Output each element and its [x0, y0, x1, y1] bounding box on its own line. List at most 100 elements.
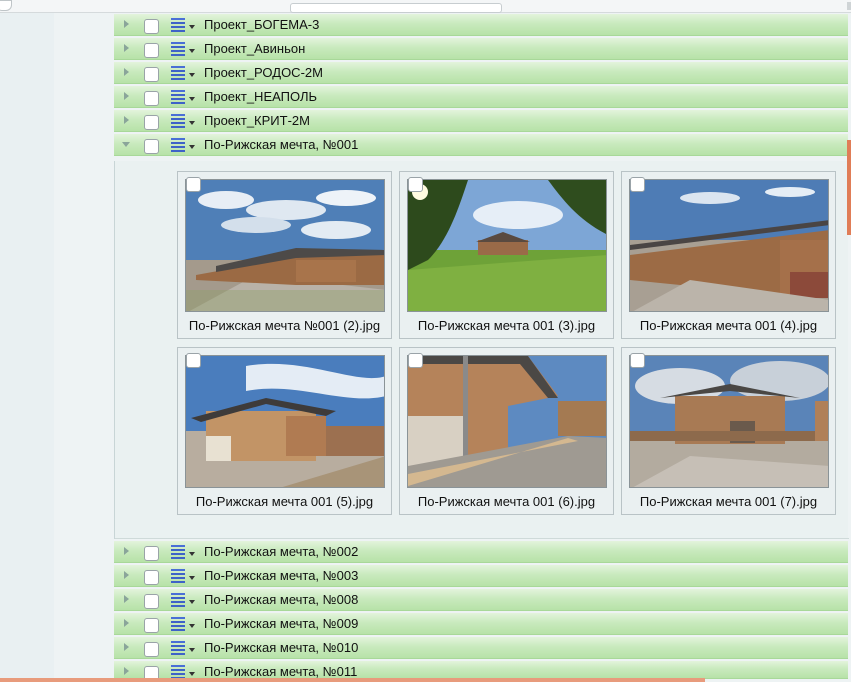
- row-checkbox[interactable]: [144, 91, 159, 106]
- row-label[interactable]: По-Рижская мечта, №001: [204, 137, 358, 152]
- collapse-arrow-icon[interactable]: [122, 142, 130, 147]
- image-checkbox[interactable]: [408, 353, 423, 368]
- list-menu-icon[interactable]: [171, 617, 187, 631]
- expand-arrow-icon[interactable]: [124, 547, 129, 555]
- tree-row[interactable]: Проект_РОДОС-2М: [114, 62, 848, 84]
- caret-down-icon[interactable]: [189, 25, 195, 29]
- expand-arrow-icon[interactable]: [124, 68, 129, 76]
- row-label[interactable]: По-Рижская мечта, №009: [204, 616, 358, 631]
- row-checkbox[interactable]: [144, 19, 159, 34]
- photo-townhouses-icon: [630, 180, 828, 311]
- expand-arrow-icon[interactable]: [124, 667, 129, 675]
- photo-image[interactable]: [185, 179, 385, 312]
- tree-row[interactable]: Проект_КРИТ-2М: [114, 110, 848, 132]
- expand-arrow-icon[interactable]: [124, 619, 129, 627]
- image-caption[interactable]: По-Рижская мечта 001 (6).jpg: [400, 494, 613, 509]
- caret-down-icon[interactable]: [189, 600, 195, 604]
- bottom-progress-bar: [0, 678, 705, 682]
- row-label[interactable]: По-Рижская мечта, №008: [204, 592, 358, 607]
- photo-image[interactable]: [185, 355, 385, 488]
- image-checkbox[interactable]: [186, 353, 201, 368]
- tree-row[interactable]: По-Рижская мечта, №009: [114, 613, 848, 635]
- image-caption[interactable]: По-Рижская мечта 001 (4).jpg: [622, 318, 835, 333]
- row-checkbox[interactable]: [144, 618, 159, 633]
- row-label[interactable]: По-Рижская мечта, №010: [204, 640, 358, 655]
- row-label[interactable]: Проект_НЕАПОЛЬ: [204, 89, 317, 104]
- expand-arrow-icon[interactable]: [124, 571, 129, 579]
- list-menu-icon[interactable]: [171, 545, 187, 559]
- row-checkbox[interactable]: [144, 67, 159, 82]
- image-caption[interactable]: По-Рижская мечта №001 (2).jpg: [178, 318, 391, 333]
- list-menu-icon[interactable]: [171, 114, 187, 128]
- row-checkbox[interactable]: [144, 570, 159, 585]
- caret-down-icon[interactable]: [189, 624, 195, 628]
- image-checkbox[interactable]: [186, 177, 201, 192]
- row-label[interactable]: По-Рижская мечта, №002: [204, 544, 358, 559]
- caret-down-icon[interactable]: [189, 672, 195, 676]
- image-checkbox[interactable]: [408, 177, 423, 192]
- image-thumbnail[interactable]: По-Рижская мечта 001 (4).jpg: [621, 171, 836, 339]
- caret-down-icon[interactable]: [189, 49, 195, 53]
- expand-arrow-icon[interactable]: [124, 20, 129, 28]
- caret-down-icon[interactable]: [189, 576, 195, 580]
- row-label[interactable]: По-Рижская мечта, №003: [204, 568, 358, 583]
- photo-image[interactable]: [407, 355, 607, 488]
- caret-down-icon[interactable]: [189, 552, 195, 556]
- vertical-scroll-indicator[interactable]: [847, 140, 851, 235]
- image-caption[interactable]: По-Рижская мечта 001 (7).jpg: [622, 494, 835, 509]
- row-label[interactable]: Проект_КРИТ-2М: [204, 113, 310, 128]
- list-menu-icon[interactable]: [171, 66, 187, 80]
- expand-arrow-icon[interactable]: [124, 92, 129, 100]
- row-checkbox[interactable]: [144, 139, 159, 154]
- horizontal-scroll-thumb[interactable]: [290, 3, 502, 13]
- caret-down-icon[interactable]: [189, 145, 195, 149]
- tree-row[interactable]: По-Рижская мечта, №002: [114, 541, 848, 563]
- caret-down-icon[interactable]: [189, 648, 195, 652]
- list-menu-icon[interactable]: [171, 641, 187, 655]
- expand-arrow-icon[interactable]: [124, 116, 129, 124]
- row-label[interactable]: По-Рижская мечта, №011: [204, 664, 357, 678]
- image-caption[interactable]: По-Рижская мечта 001 (3).jpg: [400, 318, 613, 333]
- image-thumbnail[interactable]: По-Рижская мечта 001 (5).jpg: [177, 347, 392, 515]
- list-menu-icon[interactable]: [171, 90, 187, 104]
- list-menu-icon[interactable]: [171, 42, 187, 56]
- photo-image[interactable]: [407, 179, 607, 312]
- caret-down-icon[interactable]: [189, 97, 195, 101]
- caret-down-icon[interactable]: [189, 121, 195, 125]
- list-menu-icon[interactable]: [171, 569, 187, 583]
- tree-row[interactable]: По-Рижская мечта, №010: [114, 637, 848, 659]
- tree-row[interactable]: Проект_НЕАПОЛЬ: [114, 86, 848, 108]
- tree-row-expanded[interactable]: По-Рижская мечта, №001: [114, 134, 848, 156]
- row-label[interactable]: Проект_БОГЕМА-3: [204, 17, 319, 32]
- list-menu-icon[interactable]: [171, 18, 187, 32]
- tree-row[interactable]: Проект_БОГЕМА-3: [114, 14, 848, 36]
- list-menu-icon[interactable]: [171, 665, 187, 678]
- expand-arrow-icon[interactable]: [124, 643, 129, 651]
- image-thumbnail[interactable]: По-Рижская мечта 001 (7).jpg: [621, 347, 836, 515]
- image-thumbnail[interactable]: По-Рижская мечта 001 (6).jpg: [399, 347, 614, 515]
- image-caption[interactable]: По-Рижская мечта 001 (5).jpg: [178, 494, 391, 509]
- image-thumbnail[interactable]: По-Рижская мечта 001 (3).jpg: [399, 171, 614, 339]
- row-checkbox[interactable]: [144, 594, 159, 609]
- expand-arrow-icon[interactable]: [124, 595, 129, 603]
- tree-row[interactable]: По-Рижская мечта, №008: [114, 589, 848, 611]
- row-checkbox[interactable]: [144, 546, 159, 561]
- collapse-handle[interactable]: [0, 0, 12, 11]
- image-checkbox[interactable]: [630, 177, 645, 192]
- row-checkbox[interactable]: [144, 43, 159, 58]
- row-checkbox[interactable]: [144, 642, 159, 657]
- row-label[interactable]: Проект_РОДОС-2М: [204, 65, 323, 80]
- list-menu-icon[interactable]: [171, 593, 187, 607]
- photo-image[interactable]: [629, 355, 829, 488]
- photo-image[interactable]: [629, 179, 829, 312]
- row-checkbox[interactable]: [144, 115, 159, 130]
- tree-row[interactable]: По-Рижская мечта, №003: [114, 565, 848, 587]
- row-label[interactable]: Проект_Авиньон: [204, 41, 305, 56]
- image-checkbox[interactable]: [630, 353, 645, 368]
- caret-down-icon[interactable]: [189, 73, 195, 77]
- expand-arrow-icon[interactable]: [124, 44, 129, 52]
- list-menu-icon[interactable]: [171, 138, 187, 152]
- tree-row[interactable]: По-Рижская мечта, №011: [114, 661, 848, 679]
- image-thumbnail[interactable]: По-Рижская мечта №001 (2).jpg: [177, 171, 392, 339]
- tree-row[interactable]: Проект_Авиньон: [114, 38, 848, 60]
